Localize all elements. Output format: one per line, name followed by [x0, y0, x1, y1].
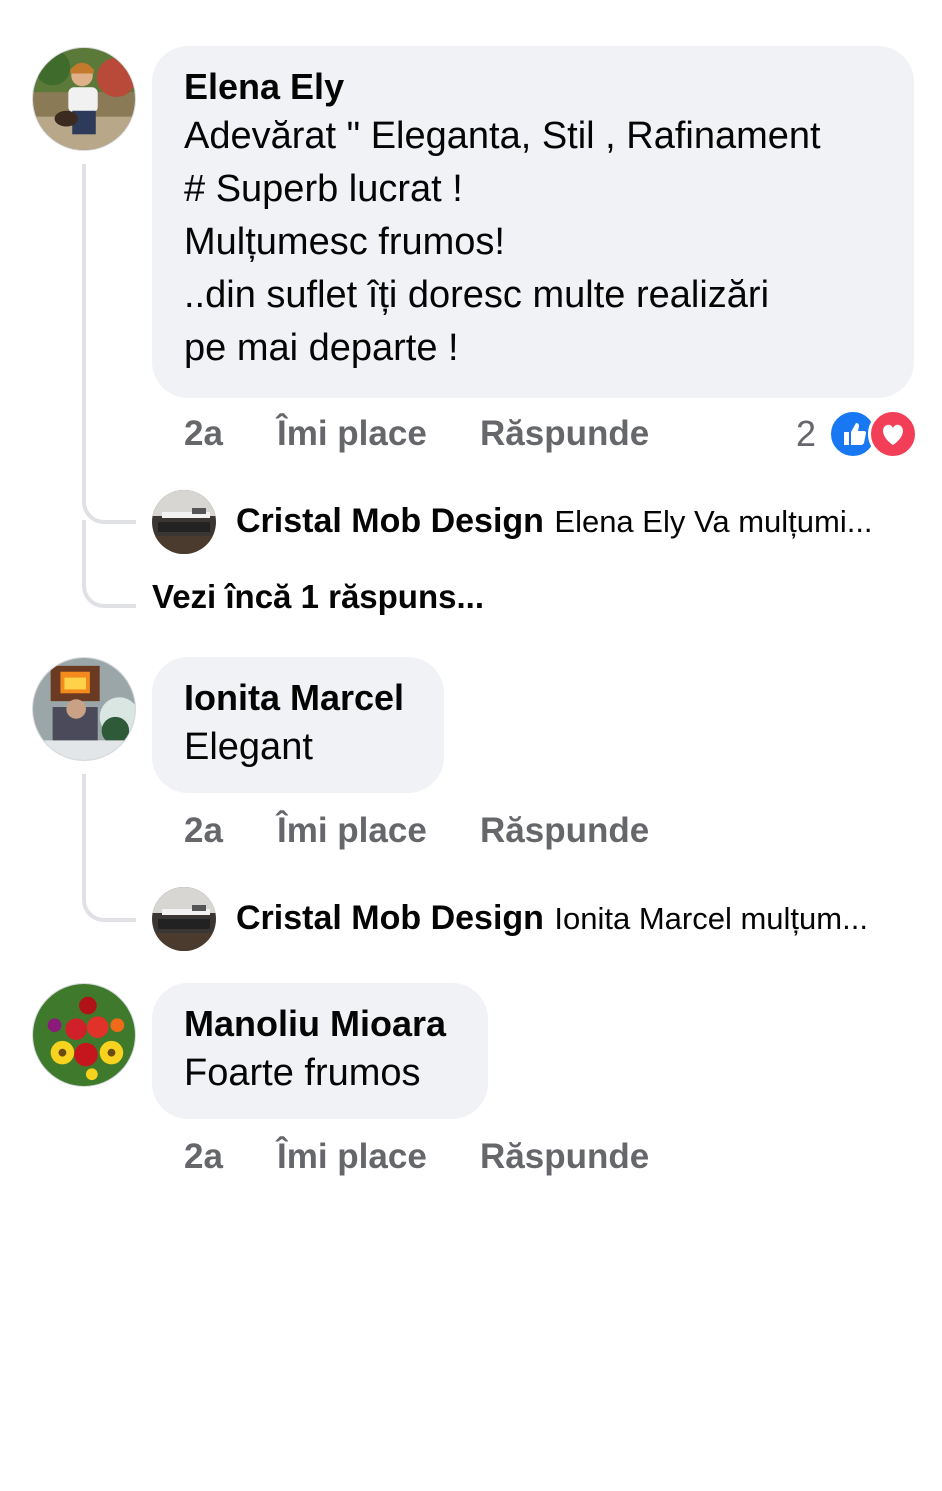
avatar-cristal-mob-design[interactable]	[152, 490, 216, 554]
comment-text-line: Adevărat " Eleganta, Stil , Rafinament	[184, 115, 821, 157]
avatar-manoliu-mioara[interactable]	[32, 983, 136, 1087]
avatar-cristal-mob-design[interactable]	[152, 887, 216, 951]
reply-button[interactable]: Răspunde	[480, 811, 649, 851]
reply-button[interactable]: Răspunde	[480, 1137, 649, 1177]
comment-text-line: ..din suflet îți doresc multe realizări	[184, 274, 770, 316]
avatar-ionita-marcel[interactable]	[32, 657, 136, 761]
comment-text-line: Mulțumesc frumos!	[184, 221, 505, 263]
thread-elbow	[82, 878, 136, 922]
comment-actions: 2a Îmi place Răspunde	[0, 1137, 942, 1183]
reply-author[interactable]: Cristal Mob Design	[236, 502, 544, 540]
comment-text-line: Foarte frumos	[184, 1052, 421, 1094]
comment-bubble[interactable]: Ionita Marcel Elegant	[152, 657, 444, 793]
reply-text: Elena Ely Va mulțumi...	[554, 504, 873, 539]
comment-time[interactable]: 2a	[184, 811, 223, 851]
comment-bubble[interactable]: Manoliu Mioara Foarte frumos	[152, 983, 488, 1119]
love-icon	[868, 409, 918, 459]
comment-actions: 2a Îmi place Răspunde	[0, 811, 942, 857]
comment-time[interactable]: 2a	[184, 414, 223, 454]
reply-preview[interactable]: Cristal Mob Design Elena Ely Va mulțumi.…	[236, 502, 873, 541]
like-button[interactable]: Îmi place	[277, 414, 427, 454]
like-button[interactable]: Îmi place	[277, 811, 427, 851]
thread-elbow	[82, 480, 136, 524]
comment-text-line: Elegant	[184, 726, 313, 768]
reply-text: Ionita Marcel mulțum...	[554, 901, 868, 936]
thread-elbow	[82, 520, 136, 608]
comment-text-line: # Superb lucrat !	[184, 168, 463, 210]
view-more-replies[interactable]: Vezi încă 1 răspuns...	[152, 578, 484, 616]
comment-text-line: pe mai departe !	[184, 327, 459, 369]
reply-button[interactable]: Răspunde	[480, 414, 649, 454]
reply-author[interactable]: Cristal Mob Design	[236, 899, 544, 937]
comment-author[interactable]: Ionita Marcel	[184, 675, 412, 721]
comment-bubble[interactable]: Elena Ely Adevărat " Eleganta, Stil , Ra…	[152, 46, 914, 398]
comment-author[interactable]: Manoliu Mioara	[184, 1001, 456, 1047]
comment-author[interactable]: Elena Ely	[184, 64, 882, 110]
reaction-count: 2	[796, 413, 817, 454]
avatar-elena-ely[interactable]	[32, 47, 136, 151]
like-button[interactable]: Îmi place	[277, 1137, 427, 1177]
comment-time[interactable]: 2a	[184, 1137, 223, 1177]
reply-preview[interactable]: Cristal Mob Design Ionita Marcel mulțum.…	[236, 899, 868, 938]
reaction-summary[interactable]: 2	[796, 409, 918, 461]
